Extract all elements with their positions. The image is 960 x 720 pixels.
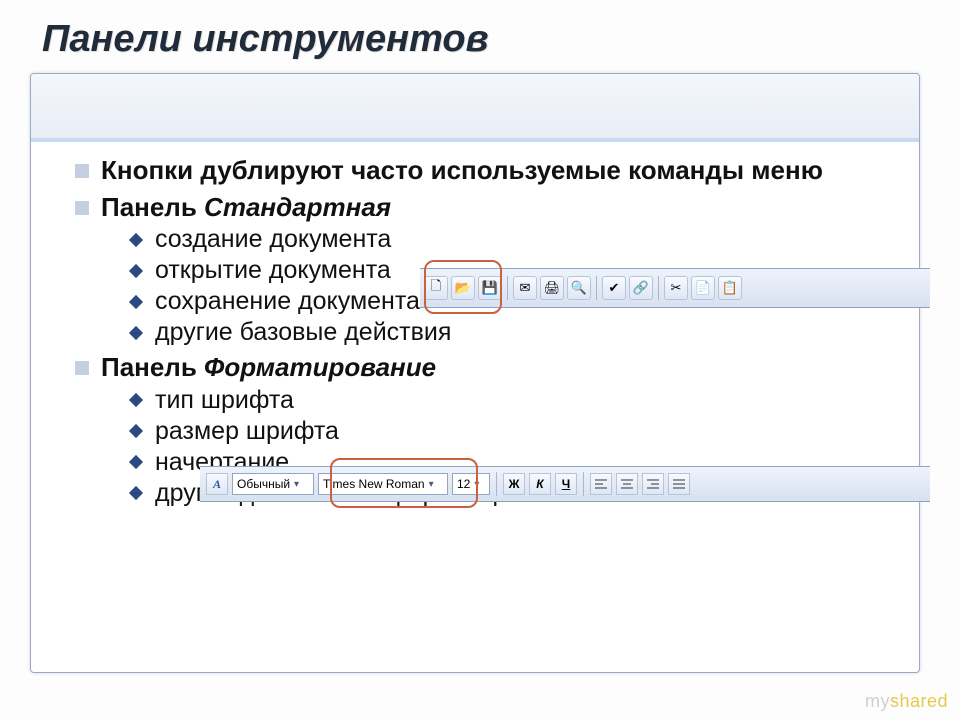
diamond-bullet-icon (129, 232, 143, 246)
square-bullet-icon (75, 201, 89, 215)
slide-panel: Кнопки дублируют часто используемые кома… (30, 73, 920, 673)
mail-icon[interactable]: ✉ (513, 276, 537, 300)
align-justify-button[interactable] (668, 473, 690, 495)
underline-button[interactable]: Ч (555, 473, 577, 495)
watermark: myshared (865, 691, 948, 712)
font-value: Times New Roman (323, 477, 425, 491)
diamond-bullet-icon (129, 325, 143, 339)
slide-content: Кнопки дублируют часто используемые кома… (31, 142, 919, 508)
standard-toolbar: 🗋 📂 💾 ✉ 🖨 🔍 ✔ 🔗 ✂ 📄 📋 (420, 268, 930, 308)
square-bullet-icon (75, 361, 89, 375)
bullet-text: Панель Стандартная (101, 191, 391, 224)
bullet-text: Панель Форматирование (101, 351, 436, 384)
align-right-button[interactable] (642, 473, 664, 495)
subbullet-other-basic: другие базовые действия (131, 318, 879, 347)
diamond-bullet-icon (129, 455, 143, 469)
save-icon[interactable]: 💾 (478, 276, 502, 300)
subbullet-create-doc: создание документа (131, 225, 879, 254)
bullet-duplicate-commands: Кнопки дублируют часто используемые кома… (75, 154, 879, 187)
watermark-part1: my (865, 691, 890, 711)
subbullet-font-type: тип шрифта (131, 386, 879, 415)
diamond-bullet-icon (129, 486, 143, 500)
paste-icon[interactable]: 📋 (718, 276, 742, 300)
diamond-bullet-icon (129, 263, 143, 277)
bullet-italic: Форматирование (204, 352, 436, 382)
panel-header-bar (31, 74, 919, 142)
square-bullet-icon (75, 164, 89, 178)
subbullet-text: тип шрифта (155, 386, 294, 415)
subbullet-text: другие базовые действия (155, 318, 451, 347)
open-icon[interactable]: 📂 (451, 276, 475, 300)
dropdown-arrow-icon: ▾ (294, 479, 299, 490)
watermark-part2: shared (890, 691, 948, 711)
cut-icon[interactable]: ✂ (664, 276, 688, 300)
diamond-bullet-icon (129, 393, 143, 407)
bullet-text: Кнопки дублируют часто используемые кома… (101, 154, 823, 187)
style-dropdown[interactable]: Обычный ▾ (232, 473, 314, 495)
new-doc-icon[interactable]: 🗋 (424, 276, 448, 300)
toolbar-separator (658, 276, 659, 300)
bullet-panel-formatting: Панель Форматирование (75, 351, 879, 384)
toolbar-separator (496, 472, 497, 496)
toolbar-separator (507, 276, 508, 300)
research-icon[interactable]: 🔗 (629, 276, 653, 300)
toolbar-separator (583, 472, 584, 496)
dropdown-arrow-icon: ▾ (474, 479, 479, 490)
align-left-button[interactable] (590, 473, 612, 495)
copy-icon[interactable]: 📄 (691, 276, 715, 300)
slide-title: Панели инструментов (0, 0, 960, 71)
bullet-prefix: Панель (101, 352, 204, 382)
subbullet-font-size: размер шрифта (131, 417, 879, 446)
bullet-panel-standard: Панель Стандартная (75, 191, 879, 224)
subbullet-text: открытие документа (155, 256, 391, 285)
subbullet-text: размер шрифта (155, 417, 339, 446)
bullet-italic: Стандартная (204, 192, 391, 222)
diamond-bullet-icon (129, 294, 143, 308)
size-dropdown[interactable]: 12 ▾ (452, 473, 490, 495)
bold-button[interactable]: Ж (503, 473, 525, 495)
formatting-toolbar: A Обычный ▾ Times New Roman ▾ 12 ▾ Ж К Ч (200, 466, 930, 502)
bullet-prefix: Панель (101, 192, 204, 222)
font-dropdown[interactable]: Times New Roman ▾ (318, 473, 448, 495)
style-value: Обычный (237, 477, 290, 491)
print-icon[interactable]: 🖨 (540, 276, 564, 300)
toolbar-separator (596, 276, 597, 300)
diamond-bullet-icon (129, 424, 143, 438)
subbullet-text: сохранение документа (155, 287, 420, 316)
italic-button[interactable]: К (529, 473, 551, 495)
subbullet-text: создание документа (155, 225, 391, 254)
align-center-button[interactable] (616, 473, 638, 495)
size-value: 12 (457, 477, 470, 491)
spellcheck-icon[interactable]: ✔ (602, 276, 626, 300)
dropdown-arrow-icon: ▾ (429, 479, 434, 490)
font-glyph-icon[interactable]: A (206, 473, 228, 495)
preview-icon[interactable]: 🔍 (567, 276, 591, 300)
